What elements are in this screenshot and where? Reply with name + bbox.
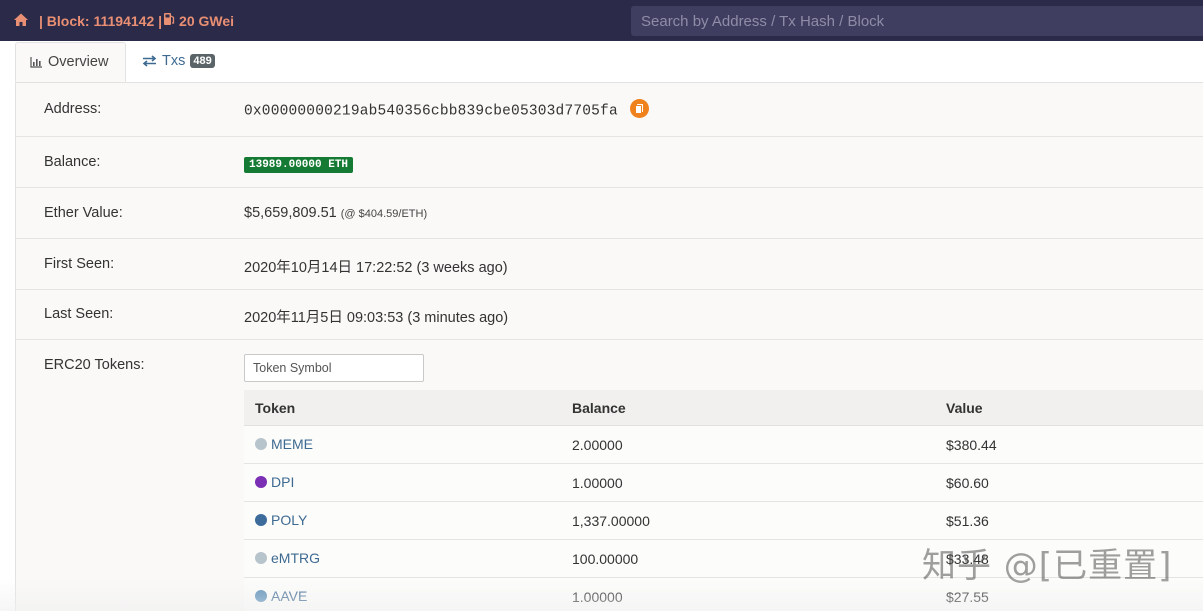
exchange-arrows-icon <box>142 55 157 67</box>
token-balance: 1.00000 <box>572 475 623 491</box>
copy-address-icon[interactable] <box>629 99 649 118</box>
tab-bar: Overview Txs 489 <box>0 41 1203 83</box>
overview-panel: Address: 0x00000000219ab540356cbb839cbe0… <box>15 82 1203 611</box>
address-label: Address: <box>44 101 102 117</box>
tab-overview-label: Overview <box>48 54 109 70</box>
txs-count-badge: 489 <box>190 54 215 68</box>
token-balance: 1,337.00000 <box>572 513 650 529</box>
tab-txs-label: Txs <box>162 53 186 69</box>
token-symbol: DPI <box>271 474 295 490</box>
ether-value-wrap: $5,659,809.51 (@ $404.59/ETH) <box>244 205 427 221</box>
header-token: Token <box>255 400 296 416</box>
eth-balance-badge: 13989.00000 ETH <box>244 157 354 173</box>
token-balance: 1.00000 <box>572 589 623 605</box>
tab-overview[interactable]: Overview <box>15 42 126 82</box>
top-navbar: | Block: 11194142 | 20 GWei <box>0 0 1203 41</box>
table-row: POLY 1,337.00000 $51.36 <box>244 502 1203 540</box>
ether-value-label: Ether Value: <box>44 205 123 221</box>
token-table-header: Token Balance Value <box>244 390 1203 426</box>
token-symbol: POLY <box>271 512 308 528</box>
search-input[interactable] <box>631 6 1203 36</box>
token-symbol: MEME <box>271 436 313 452</box>
balance-label: Balance: <box>44 154 101 170</box>
gas-pump-icon <box>163 12 175 29</box>
first-seen-row: First Seen: 2020年10月14日 17:22:52 (3 week… <box>16 239 1203 290</box>
token-logo-icon <box>255 590 267 602</box>
token-logo-icon <box>255 514 267 526</box>
last-seen-label: Last Seen: <box>44 306 114 322</box>
address-row: Address: 0x00000000219ab540356cbb839cbe0… <box>16 83 1203 137</box>
header-value: Value <box>946 400 983 416</box>
token-value: $380.44 <box>946 437 997 453</box>
first-seen-label: First Seen: <box>44 256 115 272</box>
token-value: $27.55 <box>946 589 989 605</box>
home-icon[interactable] <box>13 12 29 28</box>
erc20-label: ERC20 Tokens: <box>44 357 145 373</box>
balance-row: Balance: 13989.00000 ETH <box>16 137 1203 188</box>
token-symbol-filter-input[interactable] <box>244 354 424 382</box>
balance-value-wrap: 13989.00000 ETH <box>244 155 354 173</box>
token-link[interactable]: AAVE <box>255 588 307 604</box>
bar-chart-icon <box>30 56 43 68</box>
token-logo-icon <box>255 438 267 450</box>
block-number-text: | Block: 11194142 | <box>39 12 163 29</box>
address-value-wrap: 0x00000000219ab540356cbb839cbe05303d7705… <box>244 99 649 120</box>
token-link[interactable]: MEME <box>255 436 313 452</box>
token-symbol: eMTRG <box>271 550 320 566</box>
watermark: 知乎 @[已重置] <box>922 546 1173 586</box>
token-link[interactable]: POLY <box>255 512 307 528</box>
token-symbol: AAVE <box>271 588 308 604</box>
token-logo-icon <box>255 552 267 564</box>
tab-txs[interactable]: Txs 489 <box>142 42 215 80</box>
header-balance: Balance <box>572 400 626 416</box>
gas-price-text: 20 GWei <box>179 12 235 29</box>
token-logo-icon <box>255 476 267 488</box>
address-value[interactable]: 0x00000000219ab540356cbb839cbe05303d7705… <box>244 103 618 119</box>
ether-value: $5,659,809.51 <box>244 205 337 221</box>
token-balance: 100.00000 <box>572 551 639 567</box>
token-value: $60.60 <box>946 475 989 491</box>
token-link[interactable]: eMTRG <box>255 550 320 566</box>
table-row: MEME 2.00000 $380.44 <box>244 426 1203 464</box>
ether-rate: (@ $404.59/ETH) <box>340 208 428 220</box>
last-seen-value: 2020年11月5日 09:03:53 (3 minutes ago) <box>244 310 509 326</box>
last-seen-row: Last Seen: 2020年11月5日 09:03:53 (3 minute… <box>16 290 1203 340</box>
first-seen-value: 2020年10月14日 17:22:52 (3 weeks ago) <box>244 260 508 276</box>
token-value: $51.36 <box>946 513 989 529</box>
table-row: DPI 1.00000 $60.60 <box>244 464 1203 502</box>
token-link[interactable]: DPI <box>255 474 294 490</box>
token-balance: 2.00000 <box>572 437 623 453</box>
block-info: | Block: 11194142 | 20 GWei <box>39 12 234 29</box>
ether-value-row: Ether Value: $5,659,809.51 (@ $404.59/ET… <box>16 188 1203 239</box>
